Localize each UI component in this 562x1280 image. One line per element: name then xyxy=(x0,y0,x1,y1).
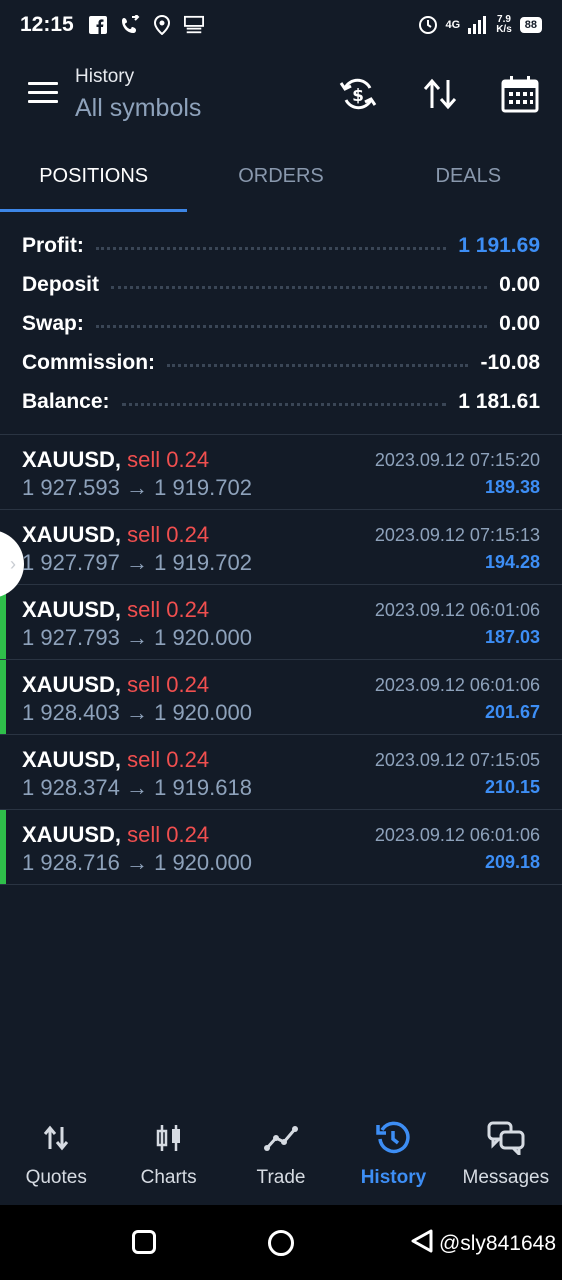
commission-label: Commission: xyxy=(22,350,156,374)
position-time: 2023.09.12 06:01:06 xyxy=(374,675,540,695)
position-time: 2023.09.12 06:01:06 xyxy=(374,600,540,620)
table-row[interactable]: XAUUSD, sell 0.24 1 927.793 → 1 920.000 … xyxy=(0,585,562,660)
position-prices: 1 928.374 → 1 919.618 xyxy=(22,775,252,800)
sort-icon[interactable] xyxy=(420,74,460,114)
nav-quotes[interactable]: Quotes xyxy=(0,1115,112,1205)
table-row[interactable]: XAUUSD, sell 0.24 1 927.593 → 1 919.702 … xyxy=(0,435,562,510)
home-button[interactable] xyxy=(268,1230,294,1256)
position-profit: 187.03 xyxy=(484,627,540,647)
summary-commission-row: Commission: -10.08 xyxy=(22,343,540,382)
back-icon[interactable] xyxy=(409,1229,435,1259)
position-symbol: XAUUSD, xyxy=(22,747,122,772)
symbol-filter[interactable]: All symbols xyxy=(75,94,201,123)
position-prices: 1 927.797 → 1 919.702 xyxy=(22,550,252,575)
position-prices: 1 928.403 → 1 920.000 xyxy=(22,700,252,725)
battery-level: 88 xyxy=(519,17,542,33)
position-symbol: XAUUSD, xyxy=(22,672,122,697)
position-profit: 209.18 xyxy=(484,852,540,872)
location-icon xyxy=(152,15,172,35)
watermark: @sly841648 xyxy=(409,1229,556,1259)
nav-charts[interactable]: Charts xyxy=(112,1115,224,1205)
table-row[interactable]: XAUUSD, sell 0.24 1 928.403 → 1 920.000 … xyxy=(0,660,562,735)
nav-history[interactable]: History xyxy=(337,1115,449,1205)
position-profit: 201.67 xyxy=(484,702,540,722)
cast-icon xyxy=(183,15,204,35)
position-profit: 210.15 xyxy=(484,777,540,797)
commission-value: -10.08 xyxy=(480,350,540,374)
profit-value: 1 191.69 xyxy=(458,233,540,257)
position-profit: 194.28 xyxy=(484,552,540,572)
swap-label: Swap: xyxy=(22,311,84,335)
position-symbol: XAUUSD, xyxy=(22,822,122,847)
balance-label: Balance: xyxy=(22,389,110,413)
position-side: sell 0.24 xyxy=(127,747,210,772)
nav-trade[interactable]: Trade xyxy=(225,1115,337,1205)
table-row[interactable]: XAUUSD, sell 0.24 1 928.716 → 1 920.000 … xyxy=(0,810,562,885)
charts-icon xyxy=(112,1115,224,1161)
tab-orders[interactable]: ORDERS xyxy=(187,150,374,212)
network-type: 4G xyxy=(445,19,461,31)
position-side: sell 0.24 xyxy=(127,822,210,847)
history-tabs: POSITIONS ORDERS DEALS xyxy=(0,150,562,212)
position-prices: 1 927.593 → 1 919.702 xyxy=(22,475,252,500)
table-row[interactable]: XAUUSD, sell 0.24 1 927.797 → 1 919.702 … xyxy=(0,510,562,585)
svg-text:$: $ xyxy=(352,86,364,106)
position-profit: 189.38 xyxy=(484,477,540,497)
page-title: History xyxy=(75,66,135,87)
position-time: 2023.09.12 07:15:05 xyxy=(374,750,540,770)
quotes-icon xyxy=(0,1115,112,1161)
table-row[interactable]: XAUUSD, sell 0.24 1 928.374 → 1 919.618 … xyxy=(0,735,562,810)
position-symbol: XAUUSD, xyxy=(22,522,122,547)
chevron-right-icon: › xyxy=(10,553,16,574)
balance-value: 1 181.61 xyxy=(458,389,540,413)
dotted-leader xyxy=(111,286,488,289)
dotted-leader xyxy=(95,247,447,250)
net-speed: 7.9 K/s xyxy=(496,14,512,35)
summary-panel: Profit: 1 191.69 Deposit 0.00 Swap: 0.00… xyxy=(22,226,540,421)
dotted-leader xyxy=(95,325,488,328)
summary-swap-row: Swap: 0.00 xyxy=(22,304,540,343)
call-forward-icon xyxy=(120,15,140,35)
summary-profit-row: Profit: 1 191.69 xyxy=(22,226,540,265)
swap-value: 0.00 xyxy=(499,311,540,335)
position-side: sell 0.24 xyxy=(127,597,210,622)
menu-icon[interactable] xyxy=(28,82,58,106)
alarm-icon xyxy=(418,15,438,35)
profit-label: Profit: xyxy=(22,233,84,257)
refresh-currency-icon[interactable]: $ xyxy=(338,74,378,114)
recents-button[interactable] xyxy=(132,1230,156,1254)
position-prices: 1 928.716 → 1 920.000 xyxy=(22,850,252,875)
status-time: 12:15 xyxy=(20,13,74,36)
nav-messages[interactable]: Messages xyxy=(450,1115,562,1205)
app-header: History All symbols $ xyxy=(0,60,562,130)
position-side: sell 0.24 xyxy=(127,672,210,697)
facebook-icon xyxy=(88,15,108,35)
position-time: 2023.09.12 07:15:13 xyxy=(374,525,540,545)
tab-deals[interactable]: DEALS xyxy=(375,150,562,212)
position-prices: 1 927.793 → 1 920.000 xyxy=(22,625,252,650)
summary-deposit-row: Deposit 0.00 xyxy=(22,265,540,304)
signal-icon xyxy=(468,15,488,35)
system-nav-bar: @sly841648 xyxy=(0,1205,562,1280)
status-bar: 12:15 4G 7.9 K/s 88 xyxy=(0,0,562,50)
dotted-leader xyxy=(121,403,447,406)
position-time: 2023.09.12 06:01:06 xyxy=(374,825,540,845)
deposit-value: 0.00 xyxy=(499,272,540,296)
bottom-nav: Quotes Charts Trade History Messages xyxy=(0,1115,562,1205)
position-side: sell 0.24 xyxy=(127,447,210,472)
position-symbol: XAUUSD, xyxy=(22,447,122,472)
messages-icon xyxy=(450,1115,562,1161)
position-symbol: XAUUSD, xyxy=(22,597,122,622)
trade-icon xyxy=(225,1115,337,1161)
history-icon xyxy=(337,1115,449,1161)
position-side: sell 0.24 xyxy=(127,522,210,547)
dotted-leader xyxy=(167,364,469,367)
watermark-text: @sly841648 xyxy=(438,1232,556,1255)
position-time: 2023.09.12 07:15:20 xyxy=(374,450,540,470)
summary-balance-row: Balance: 1 181.61 xyxy=(22,382,540,421)
tab-positions[interactable]: POSITIONS xyxy=(0,150,188,212)
calendar-icon[interactable] xyxy=(500,74,540,114)
deposit-label: Deposit xyxy=(22,272,100,296)
positions-list: XAUUSD, sell 0.24 1 927.593 → 1 919.702 … xyxy=(0,435,562,885)
